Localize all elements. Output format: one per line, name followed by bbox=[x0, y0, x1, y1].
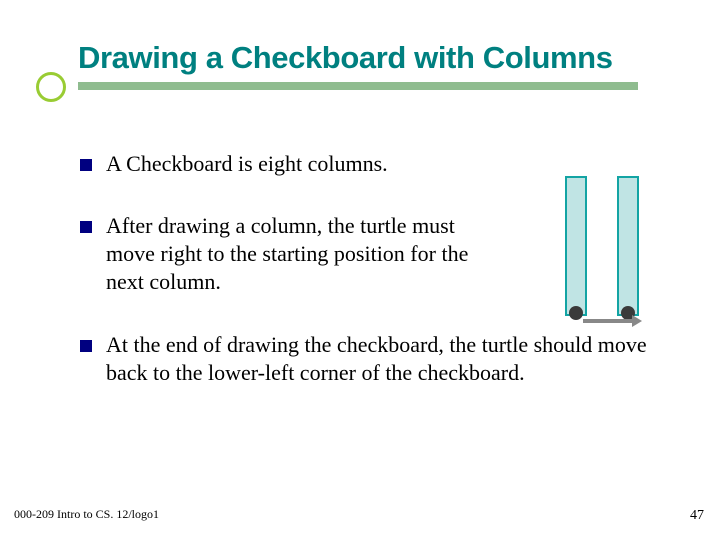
diagram-column bbox=[617, 176, 639, 316]
diagram-column bbox=[565, 176, 587, 316]
bullet-item: At the end of drawing the checkboard, th… bbox=[80, 331, 680, 387]
slide: Drawing a Checkboard with Columns A Chec… bbox=[0, 0, 720, 540]
bullet-text: A Checkboard is eight columns. bbox=[106, 150, 388, 178]
footer-course: 000-209 Intro to CS. 12/logo1 bbox=[14, 507, 159, 522]
page-number: 47 bbox=[690, 508, 704, 524]
title-zone: Drawing a Checkboard with Columns bbox=[78, 40, 680, 76]
column-diagram bbox=[545, 176, 683, 326]
arrow-right-icon bbox=[583, 319, 635, 323]
slide-title: Drawing a Checkboard with Columns bbox=[78, 40, 680, 76]
title-underline bbox=[78, 82, 638, 90]
bullet-square-icon bbox=[80, 340, 92, 352]
bullet-square-icon bbox=[80, 159, 92, 171]
bullet-text: At the end of drawing the checkboard, th… bbox=[106, 331, 666, 387]
bullet-text: After drawing a column, the turtle must … bbox=[106, 212, 506, 296]
turtle-dot-icon bbox=[569, 306, 583, 320]
bullet-item: A Checkboard is eight columns. bbox=[80, 150, 680, 178]
decorative-circle-icon bbox=[36, 72, 66, 102]
bullet-square-icon bbox=[80, 221, 92, 233]
